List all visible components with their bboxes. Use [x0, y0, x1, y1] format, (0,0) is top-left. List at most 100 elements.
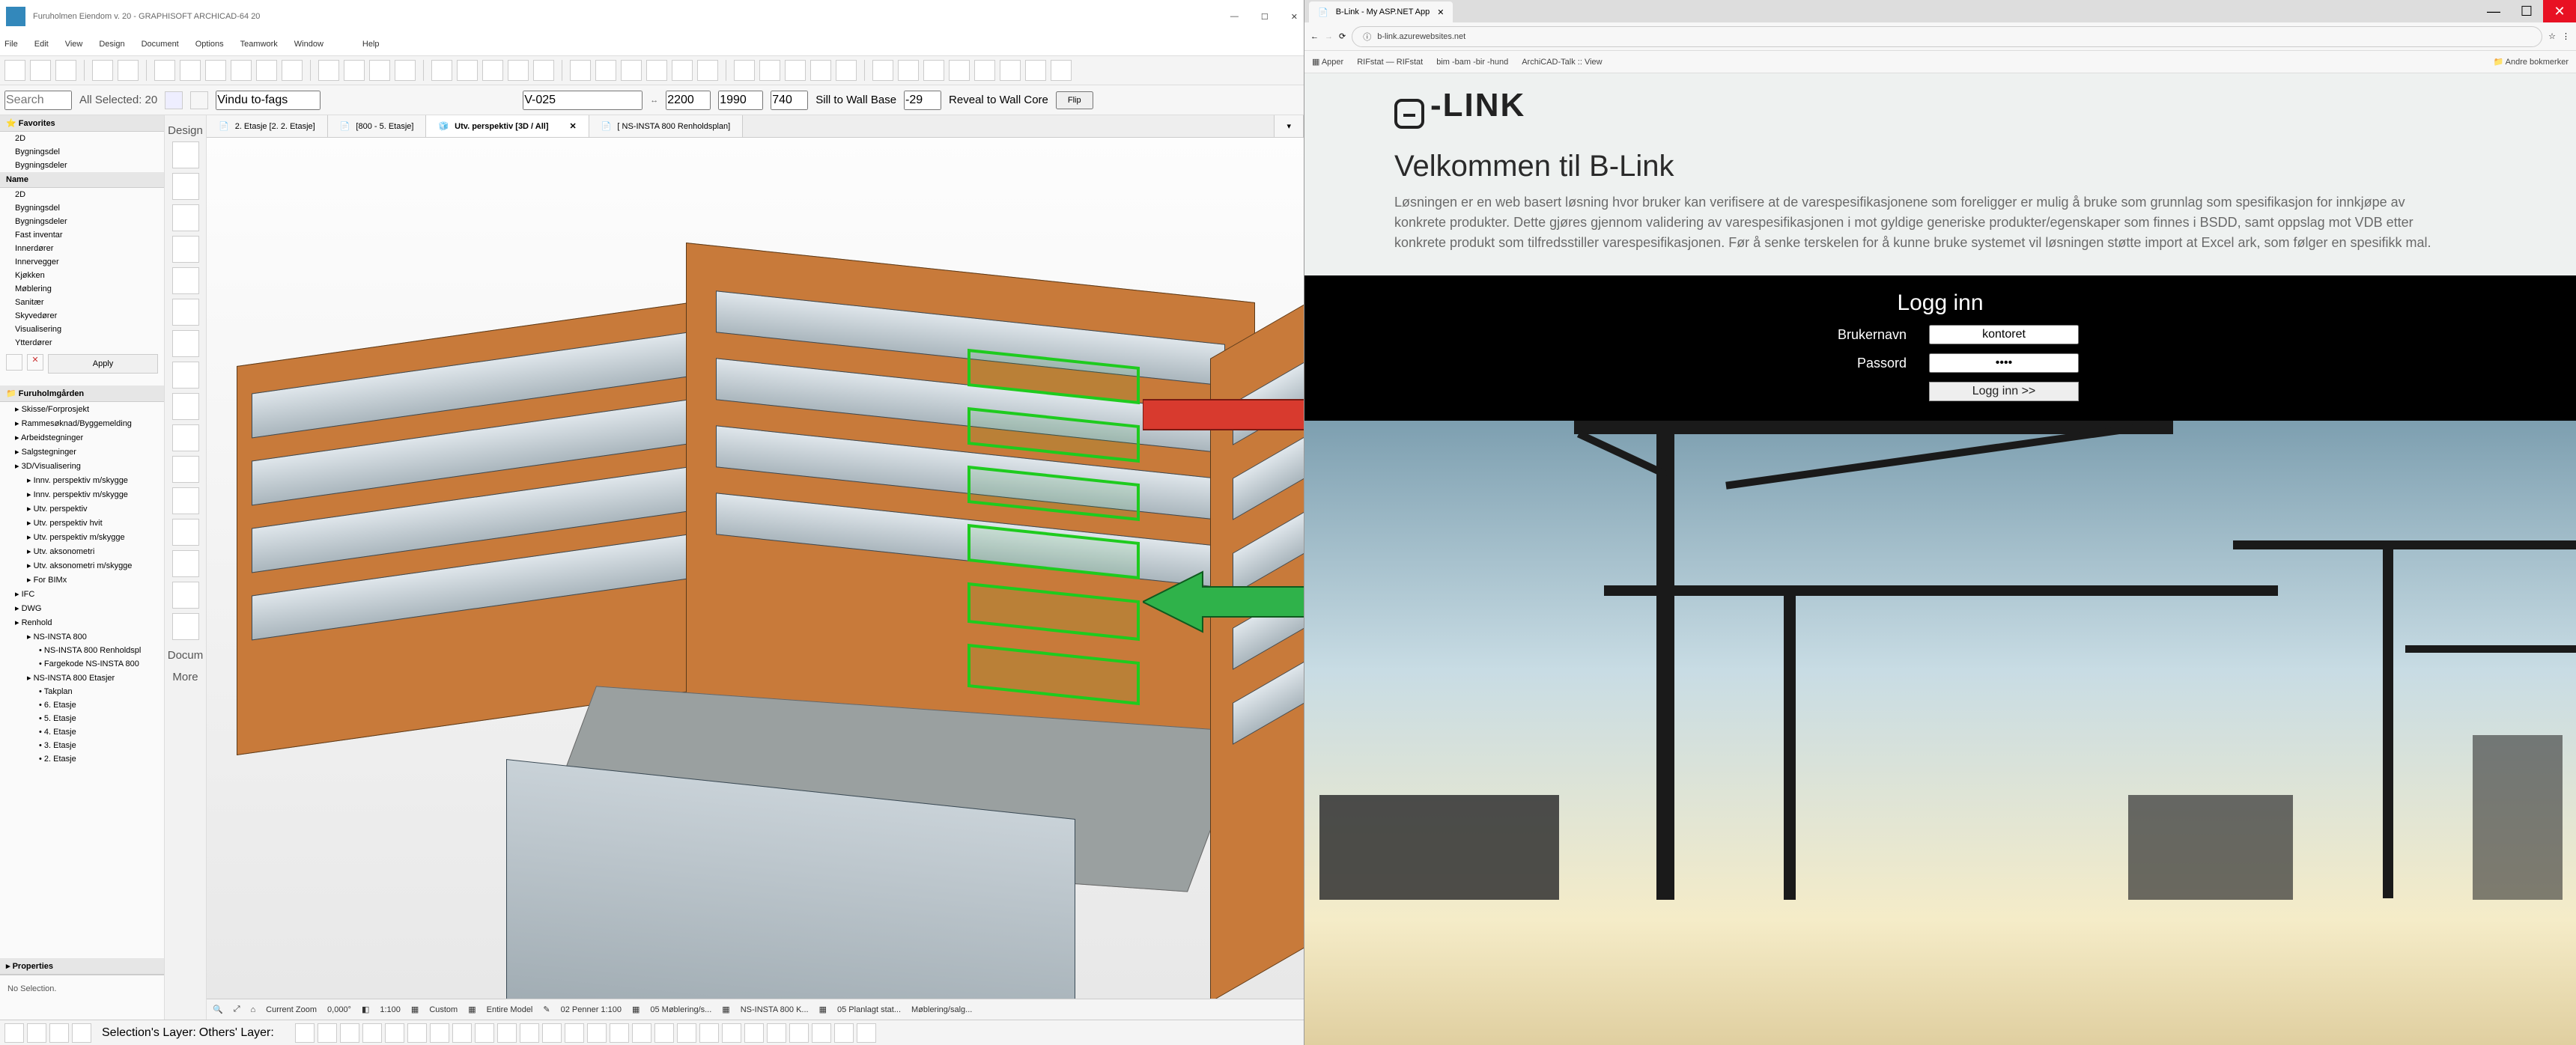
bt-button[interactable] — [542, 1023, 562, 1043]
tool-button[interactable] — [231, 60, 252, 81]
tool-button[interactable] — [1051, 60, 1072, 81]
tool-button[interactable] — [621, 60, 642, 81]
tree-item[interactable]: • 4. Etasje — [0, 725, 164, 739]
close-button[interactable]: ✕ — [2543, 0, 2576, 22]
bookmark-star-icon[interactable]: ☆ — [2548, 31, 2556, 41]
bt-button[interactable] — [497, 1023, 517, 1043]
width-input[interactable] — [666, 91, 711, 110]
name-header[interactable]: Name — [0, 172, 164, 188]
status-slot[interactable]: 05 Planlagt stat... — [837, 1005, 901, 1014]
tool-button[interactable] — [369, 60, 390, 81]
url-input[interactable]: ⓘ b-link.azurewebsites.net — [1352, 26, 2542, 47]
flip-button[interactable]: Flip — [1056, 91, 1093, 109]
tree-item[interactable]: ▸ NS-INSTA 800 Etasjer — [0, 671, 164, 685]
tool-button[interactable] — [457, 60, 478, 81]
mode-button[interactable] — [190, 91, 208, 109]
bt-button[interactable] — [565, 1023, 584, 1043]
list-item[interactable]: Sanitær — [0, 296, 164, 309]
bt-button[interactable] — [295, 1023, 315, 1043]
maximize-button[interactable]: ☐ — [2510, 0, 2543, 22]
bookmark-link[interactable]: RIFstat — RIFstat — [1357, 58, 1423, 67]
list-item[interactable]: Bygningsdel — [0, 201, 164, 215]
tree-item[interactable]: ▸ IFC — [0, 587, 164, 601]
list-item[interactable]: Innervegger — [0, 255, 164, 269]
tool-button[interactable] — [1025, 60, 1046, 81]
tree-item[interactable]: ▸ For BIMx — [0, 573, 164, 587]
tab[interactable]: 📄 [800 - 5. Etasje] — [328, 115, 427, 137]
selection-name-input[interactable] — [523, 91, 643, 110]
tool-button[interactable] — [508, 60, 529, 81]
bt-button[interactable] — [767, 1023, 786, 1043]
tool-button[interactable] — [395, 60, 416, 81]
tree-item[interactable]: ▸ Utv. aksonometri — [0, 544, 164, 558]
tree-item[interactable]: ▸ Innv. perspektiv m/skygge — [0, 487, 164, 502]
bt-button[interactable] — [318, 1023, 337, 1043]
mode-button[interactable] — [165, 91, 183, 109]
new-button[interactable] — [4, 60, 25, 81]
tree-item[interactable]: • Fargekode NS-INSTA 800 — [0, 657, 164, 671]
wall-tool[interactable] — [172, 204, 199, 231]
favorite-type-input[interactable] — [216, 91, 321, 110]
tree-item[interactable]: ▸ Rammesøknad/Byggemelding — [0, 416, 164, 430]
back-button[interactable]: ← — [1310, 32, 1319, 41]
fav-item[interactable]: Bygningsdeler — [0, 159, 164, 172]
arrow-tool[interactable] — [172, 141, 199, 168]
tool-button[interactable] — [872, 60, 893, 81]
tree-item[interactable]: ▸ 3D/Visualisering — [0, 459, 164, 473]
tree-item[interactable]: ▸ Utv. perspektiv — [0, 502, 164, 516]
menu-item[interactable]: Options — [195, 40, 224, 49]
tree-item[interactable]: • 2. Etasje — [0, 752, 164, 766]
bt-button[interactable] — [452, 1023, 472, 1043]
list-item[interactable]: Skyvedører — [0, 309, 164, 323]
list-item[interactable]: Bygningsdeler — [0, 215, 164, 228]
undo-button[interactable] — [92, 60, 113, 81]
tab[interactable]: 📄 [ NS-INSTA 800 Renholdsplan] — [589, 115, 744, 137]
other-bookmarks-button[interactable]: 📁 Andre bokmerker — [2493, 57, 2569, 67]
tool-button[interactable] — [256, 60, 277, 81]
tool-button[interactable] — [431, 60, 452, 81]
column-tool[interactable] — [172, 299, 199, 326]
tab[interactable]: 📄 2. Etasje [2. 2. Etasje] — [207, 115, 328, 137]
minimize-button[interactable]: — — [1230, 12, 1239, 22]
close-tab-icon[interactable]: ✕ — [1437, 7, 1444, 17]
morph-tool[interactable] — [172, 519, 199, 546]
tree-item[interactable]: • 3. Etasje — [0, 739, 164, 752]
fav-item[interactable]: 2D — [0, 132, 164, 145]
bt-button[interactable] — [49, 1023, 69, 1043]
door-tool[interactable] — [172, 236, 199, 263]
tree-item[interactable]: ▸ NS-INSTA 800 — [0, 630, 164, 644]
bt-button[interactable] — [362, 1023, 382, 1043]
tree-item[interactable]: ▸ DWG — [0, 601, 164, 615]
menu-item[interactable]: Window — [294, 40, 323, 49]
slab-tool[interactable] — [172, 362, 199, 389]
status-slot[interactable]: NS-INSTA 800 K... — [741, 1005, 809, 1014]
tool-button[interactable] — [570, 60, 591, 81]
tool-button[interactable] — [810, 60, 831, 81]
tab[interactable]: 🧊 Utv. perspektiv [3D / All] ✕ — [426, 115, 589, 137]
bt-button[interactable] — [722, 1023, 741, 1043]
bookmark-link[interactable]: ArchiCAD-Talk :: View — [1522, 58, 1602, 67]
beam-tool[interactable] — [172, 330, 199, 357]
roof-tool[interactable] — [172, 393, 199, 420]
marquee-tool[interactable] — [172, 173, 199, 200]
tree-item[interactable]: • 6. Etasje — [0, 698, 164, 712]
search-input[interactable] — [4, 91, 72, 110]
tool-button[interactable] — [344, 60, 365, 81]
apply-button[interactable]: Apply — [48, 354, 158, 374]
tree-item[interactable]: ▸ Innv. perspektiv m/skygge — [0, 473, 164, 487]
tree-item[interactable]: ▸ Utv. perspektiv m/skygge — [0, 530, 164, 544]
login-button[interactable]: Logg inn >> — [1929, 382, 2079, 401]
list-item[interactable]: Kjøkken — [0, 269, 164, 282]
forward-button[interactable]: → — [1325, 32, 1333, 41]
bt-button[interactable] — [4, 1023, 24, 1043]
list-item[interactable]: Ytterdører — [0, 336, 164, 350]
stair-tool[interactable] — [172, 424, 199, 451]
status-slot[interactable]: 05 Møblering/s... — [650, 1005, 711, 1014]
redo-button[interactable] — [118, 60, 139, 81]
sill1-input[interactable] — [771, 91, 808, 110]
tab-overflow-icon[interactable]: ▾ — [1274, 115, 1304, 137]
bt-button[interactable] — [812, 1023, 831, 1043]
bt-button[interactable] — [654, 1023, 674, 1043]
list-item[interactable]: Fast inventar — [0, 228, 164, 242]
menu-item[interactable]: Edit — [34, 40, 49, 49]
